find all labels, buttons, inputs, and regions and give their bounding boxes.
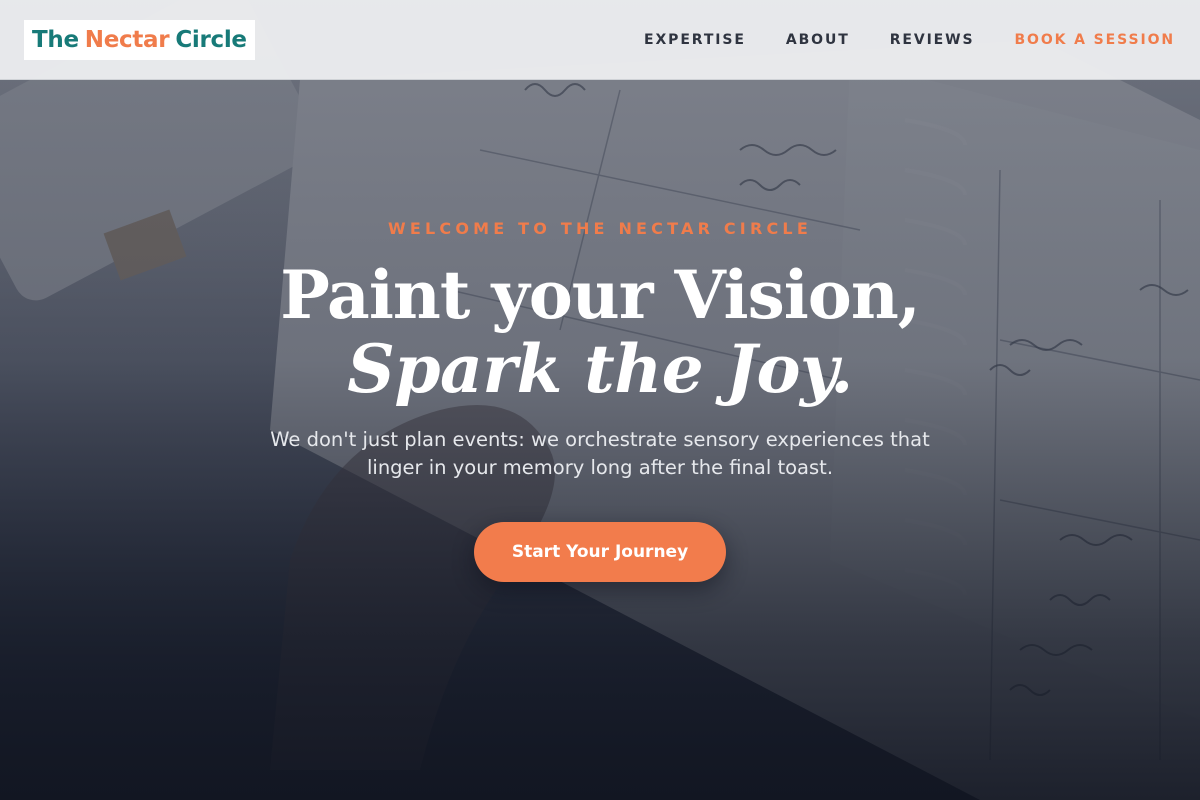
top-navbar: The Nectar Circle EXPERTISE ABOUT REVIEWS … bbox=[0, 0, 1200, 80]
start-journey-button[interactable]: Start Your Journey bbox=[474, 522, 726, 582]
nav-link-about[interactable]: ABOUT bbox=[786, 32, 850, 48]
nav-link-book-session[interactable]: BOOK A SESSION bbox=[1014, 32, 1175, 48]
nav-link-expertise[interactable]: EXPERTISE bbox=[644, 32, 746, 48]
headline-line-2: Spark the Joy. bbox=[347, 330, 853, 408]
headline-line-1: Paint your Vision, bbox=[280, 256, 921, 334]
logo-word-circle: Circle bbox=[175, 26, 247, 53]
logo-word-the: The bbox=[32, 26, 79, 53]
hero-headline: Paint your Vision, Spark the Joy. bbox=[0, 262, 1200, 402]
main-nav: EXPERTISE ABOUT REVIEWS BOOK A SESSION bbox=[644, 32, 1176, 48]
hero-subtitle: We don't just plan events: we orchestrat… bbox=[270, 428, 930, 479]
nav-link-reviews[interactable]: REVIEWS bbox=[890, 32, 975, 48]
hero-eyebrow: WELCOME TO THE NECTAR CIRCLE bbox=[388, 219, 812, 238]
brand-logo[interactable]: The Nectar Circle bbox=[24, 19, 255, 60]
logo-word-nectar: Nectar bbox=[84, 26, 170, 53]
hero-section: WELCOME TO THE NECTAR CIRCLE Paint your … bbox=[0, 0, 1200, 800]
